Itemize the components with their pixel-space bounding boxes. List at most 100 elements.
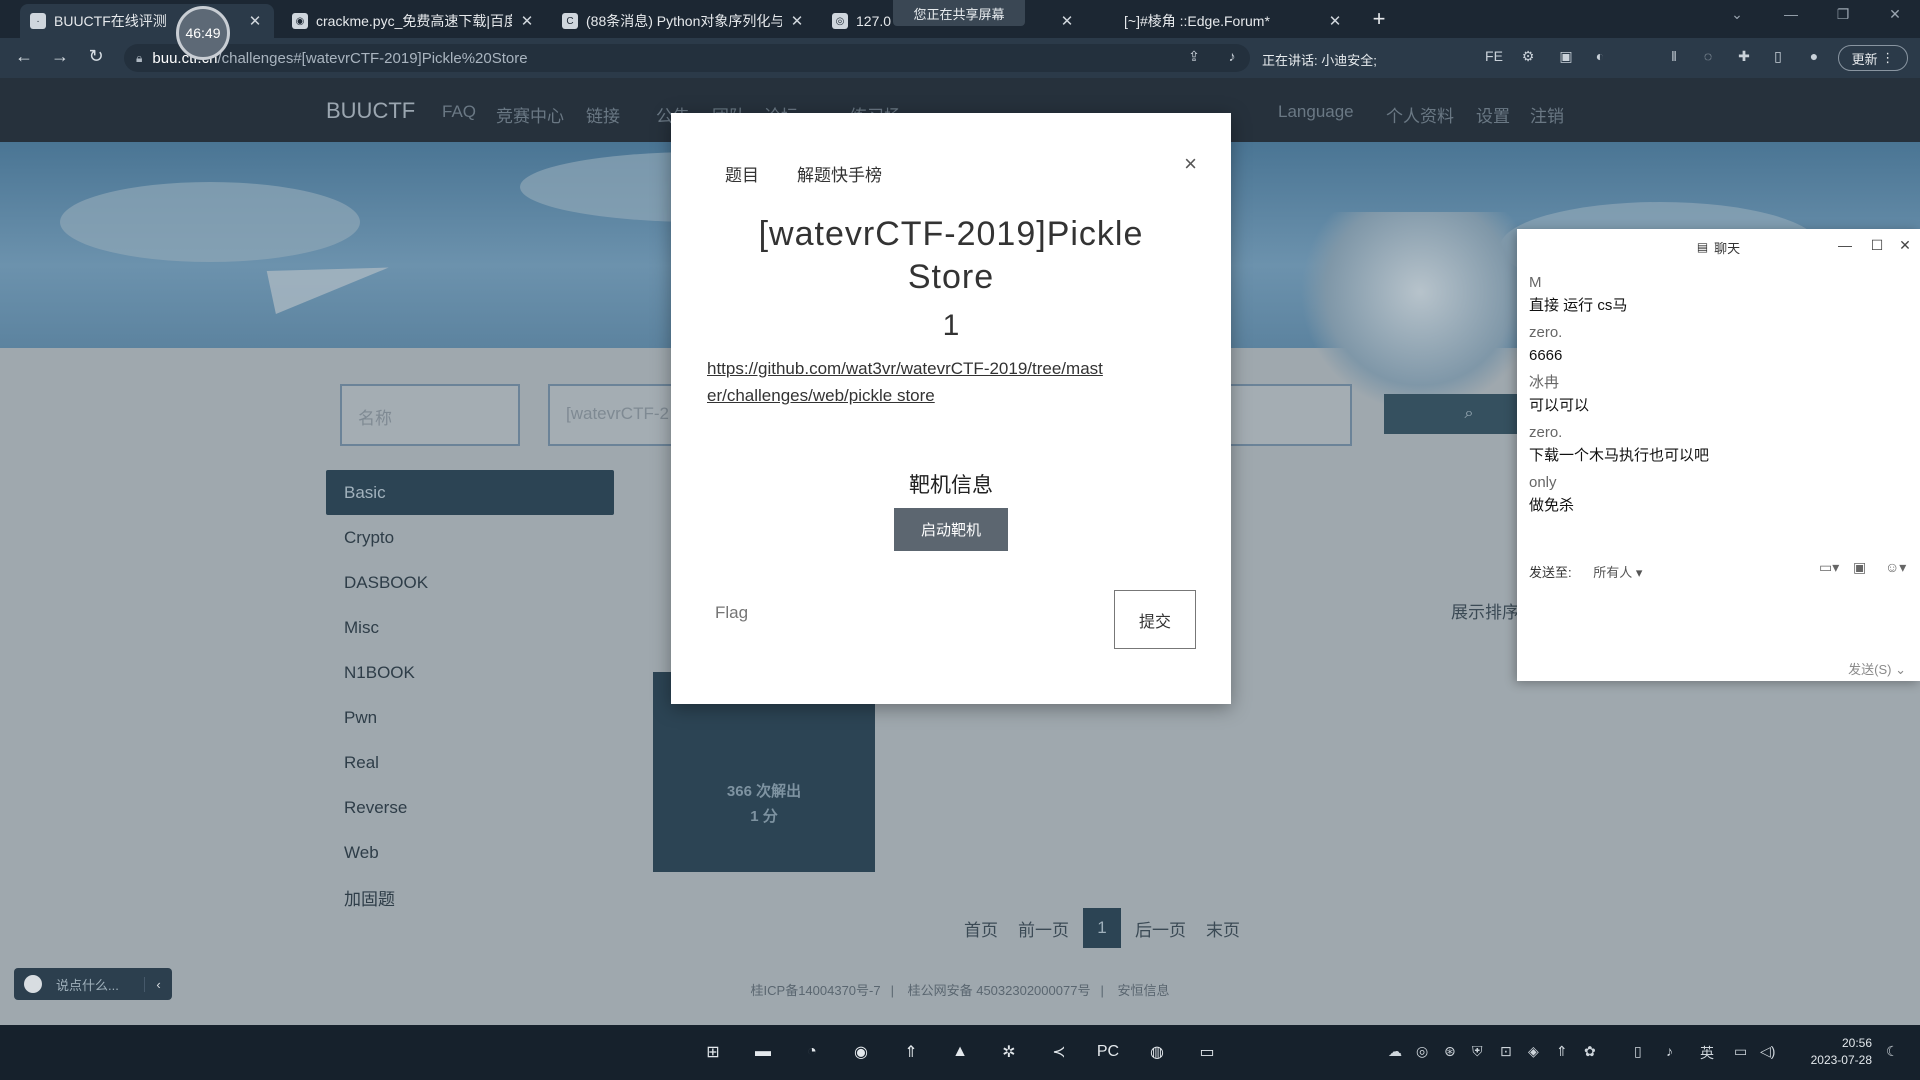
tab-python-article[interactable]: C (88条消息) Python对象序列化与 ✕ [552,4,816,38]
chrome-icon[interactable]: ◉ [847,1038,875,1066]
category-item-web[interactable]: Web [326,830,614,875]
microphone-icon[interactable]: ♪ [1222,48,1242,68]
photos-icon[interactable]: ▲ [946,1038,974,1066]
puzzle-icon[interactable]: ✚ [1734,48,1754,68]
send-button[interactable]: 发送(S) ⌄ [1848,659,1906,678]
tray-icon[interactable]: ⇑ [1556,1043,1568,1060]
back-icon[interactable]: ← [12,46,36,67]
extension-icon[interactable]: ◐ [1590,48,1610,68]
forward-icon[interactable]: → [48,46,72,67]
app-icon[interactable]: ⇑ [897,1038,925,1066]
folder-icon[interactable]: ▭▾ [1819,559,1839,576]
shield-icon[interactable]: ⛨ [1472,1043,1483,1060]
volume-icon[interactable]: ◁) [1760,1043,1775,1060]
share-icon[interactable]: ⇪ [1184,48,1204,68]
close-icon[interactable]: ✕ [518,12,536,30]
nav-link-links[interactable]: 链接 [586,102,620,127]
url-field[interactable]: 🔒︎ buu.ctf.cn/challenges#[watevrCTF-2019… [124,44,1250,72]
tray-icon[interactable]: ◎ [1416,1043,1428,1060]
nav-link-faq[interactable]: FAQ [442,102,476,122]
fe-extension-icon[interactable]: FE [1484,48,1504,68]
tray-icon[interactable]: ✿ [1584,1043,1596,1060]
extension-icon[interactable]: ⚙ [1518,48,1538,68]
start-icon[interactable]: ⊞ [699,1038,727,1066]
tab-buuctf[interactable]: · BUUCTF在线评测 ✕ [20,4,274,38]
nav-link-profile[interactable]: 个人资料 [1386,102,1454,127]
category-item-hardening[interactable]: 加固题 [326,875,614,920]
send-to-select[interactable]: 所有人 ▾ [1593,565,1642,580]
restore-icon[interactable]: ❐ [1828,6,1858,23]
extension-icon[interactable]: ▣ [1556,48,1576,68]
flag-input[interactable] [707,593,1097,633]
user-icon[interactable]: ☺▾ [1885,559,1906,576]
microphone-icon[interactable]: ♪ [1666,1043,1673,1059]
reload-icon[interactable]: ↻ [84,46,108,67]
category-item-basic[interactable]: Basic [326,470,614,515]
category-item-n1book[interactable]: N1BOOK [326,650,614,695]
site-brand[interactable]: BUUCTF [326,98,415,124]
network-icon[interactable]: ▭ [1734,1043,1747,1060]
nav-link-contests[interactable]: 竞赛中心 [496,102,564,127]
vscode-icon[interactable]: ≺ [1045,1038,1073,1066]
nav-link-logout[interactable]: 注销 [1530,102,1564,127]
system-clock[interactable]: 20:56 2023-07-28 [1796,1035,1872,1069]
category-item-misc[interactable]: Misc [326,605,614,650]
extension-icon[interactable]: ◌ [1698,48,1718,68]
category-item-crypto[interactable]: Crypto [326,515,614,560]
maximize-icon[interactable]: ☐ [1867,237,1887,254]
page-last[interactable]: 末页 [1196,908,1250,948]
police-record-link[interactable]: 桂公网安备 45032302000077号 [908,983,1091,998]
page-next[interactable]: 后一页 [1125,908,1196,948]
tab-challenge[interactable]: 题目 [725,161,759,186]
steam-icon[interactable]: ◍ [1143,1038,1171,1066]
tray-icon[interactable]: ⊡ [1500,1043,1512,1060]
category-item-real[interactable]: Real [326,740,614,785]
ime-indicator[interactable]: 英 [1700,1043,1714,1063]
category-item-reverse[interactable]: Reverse [326,785,614,830]
nav-link-language[interactable]: Language [1278,102,1354,122]
screenshot-icon[interactable]: ▣ [1853,559,1866,576]
start-target-button[interactable]: 启动靶机 [894,508,1008,551]
filter-name-input[interactable]: 名称 [340,384,520,446]
icp-link[interactable]: 桂ICP备14004370号-7 [751,983,881,998]
update-button[interactable]: 更新 ⋮ [1838,45,1908,71]
close-icon[interactable]: ✕ [1058,12,1076,30]
page-prev[interactable]: 前一页 [1008,908,1079,948]
nav-link-settings[interactable]: 设置 [1476,102,1510,127]
battery-icon[interactable]: ▯ [1634,1043,1642,1060]
category-item-dasbook[interactable]: DASBOOK [326,560,614,605]
submit-flag-button[interactable]: 提交 [1114,590,1196,649]
meeting-timer[interactable]: 46:49 [176,6,230,60]
minimize-icon[interactable]: — [1835,237,1855,253]
close-icon[interactable]: ✕ [788,12,806,30]
notification-icon[interactable]: ☾ [1886,1043,1899,1060]
tray-icon[interactable]: ⊛ [1444,1043,1456,1060]
sidebar-icon[interactable]: ▯ [1768,48,1788,68]
minimize-icon[interactable]: — [1776,6,1806,22]
tray-icon[interactable]: ◈ [1528,1043,1539,1060]
challenge-source-link[interactable]: https://github.com/wat3vr/watevrCTF-2019… [707,355,1107,409]
category-item-pwn[interactable]: Pwn [326,695,614,740]
tab-search-icon[interactable]: ⌄ [1722,6,1752,23]
new-tab-icon[interactable]: + [1367,6,1391,32]
close-icon[interactable]: ✕ [246,12,264,30]
tray-icon[interactable]: ☁ [1388,1043,1402,1060]
tab-crackme[interactable]: ◉ crackme.pyc_免费高速下载|百度 ✕ [282,4,546,38]
rank-label[interactable]: 展示排序 [1451,598,1519,623]
page-first[interactable]: 首页 [954,908,1008,948]
file-explorer-icon[interactable]: ▬ [749,1038,777,1066]
close-icon[interactable]: ✕ [1326,12,1344,30]
edge-icon[interactable]: ◔ [798,1038,826,1066]
company-link[interactable]: 安恒信息 [1117,983,1169,998]
pycharm-icon[interactable]: PC [1094,1038,1122,1066]
tab-edge-forum[interactable]: [~]#棱角 ::Edge.Forum* ✕ [1114,4,1354,38]
app-icon[interactable]: ✲ [995,1038,1023,1066]
profile-icon[interactable]: ● [1804,48,1824,68]
page-current[interactable]: 1 [1083,908,1121,948]
extension-icon[interactable]: ‖ [1664,48,1684,68]
close-window-icon[interactable]: ✕ [1880,6,1910,23]
tab-fastest-solvers[interactable]: 解题快手榜 [797,161,882,186]
close-icon[interactable]: ✕ [1895,237,1915,254]
close-icon[interactable]: × [1184,151,1197,177]
terminal-icon[interactable]: ▭ [1193,1038,1221,1066]
